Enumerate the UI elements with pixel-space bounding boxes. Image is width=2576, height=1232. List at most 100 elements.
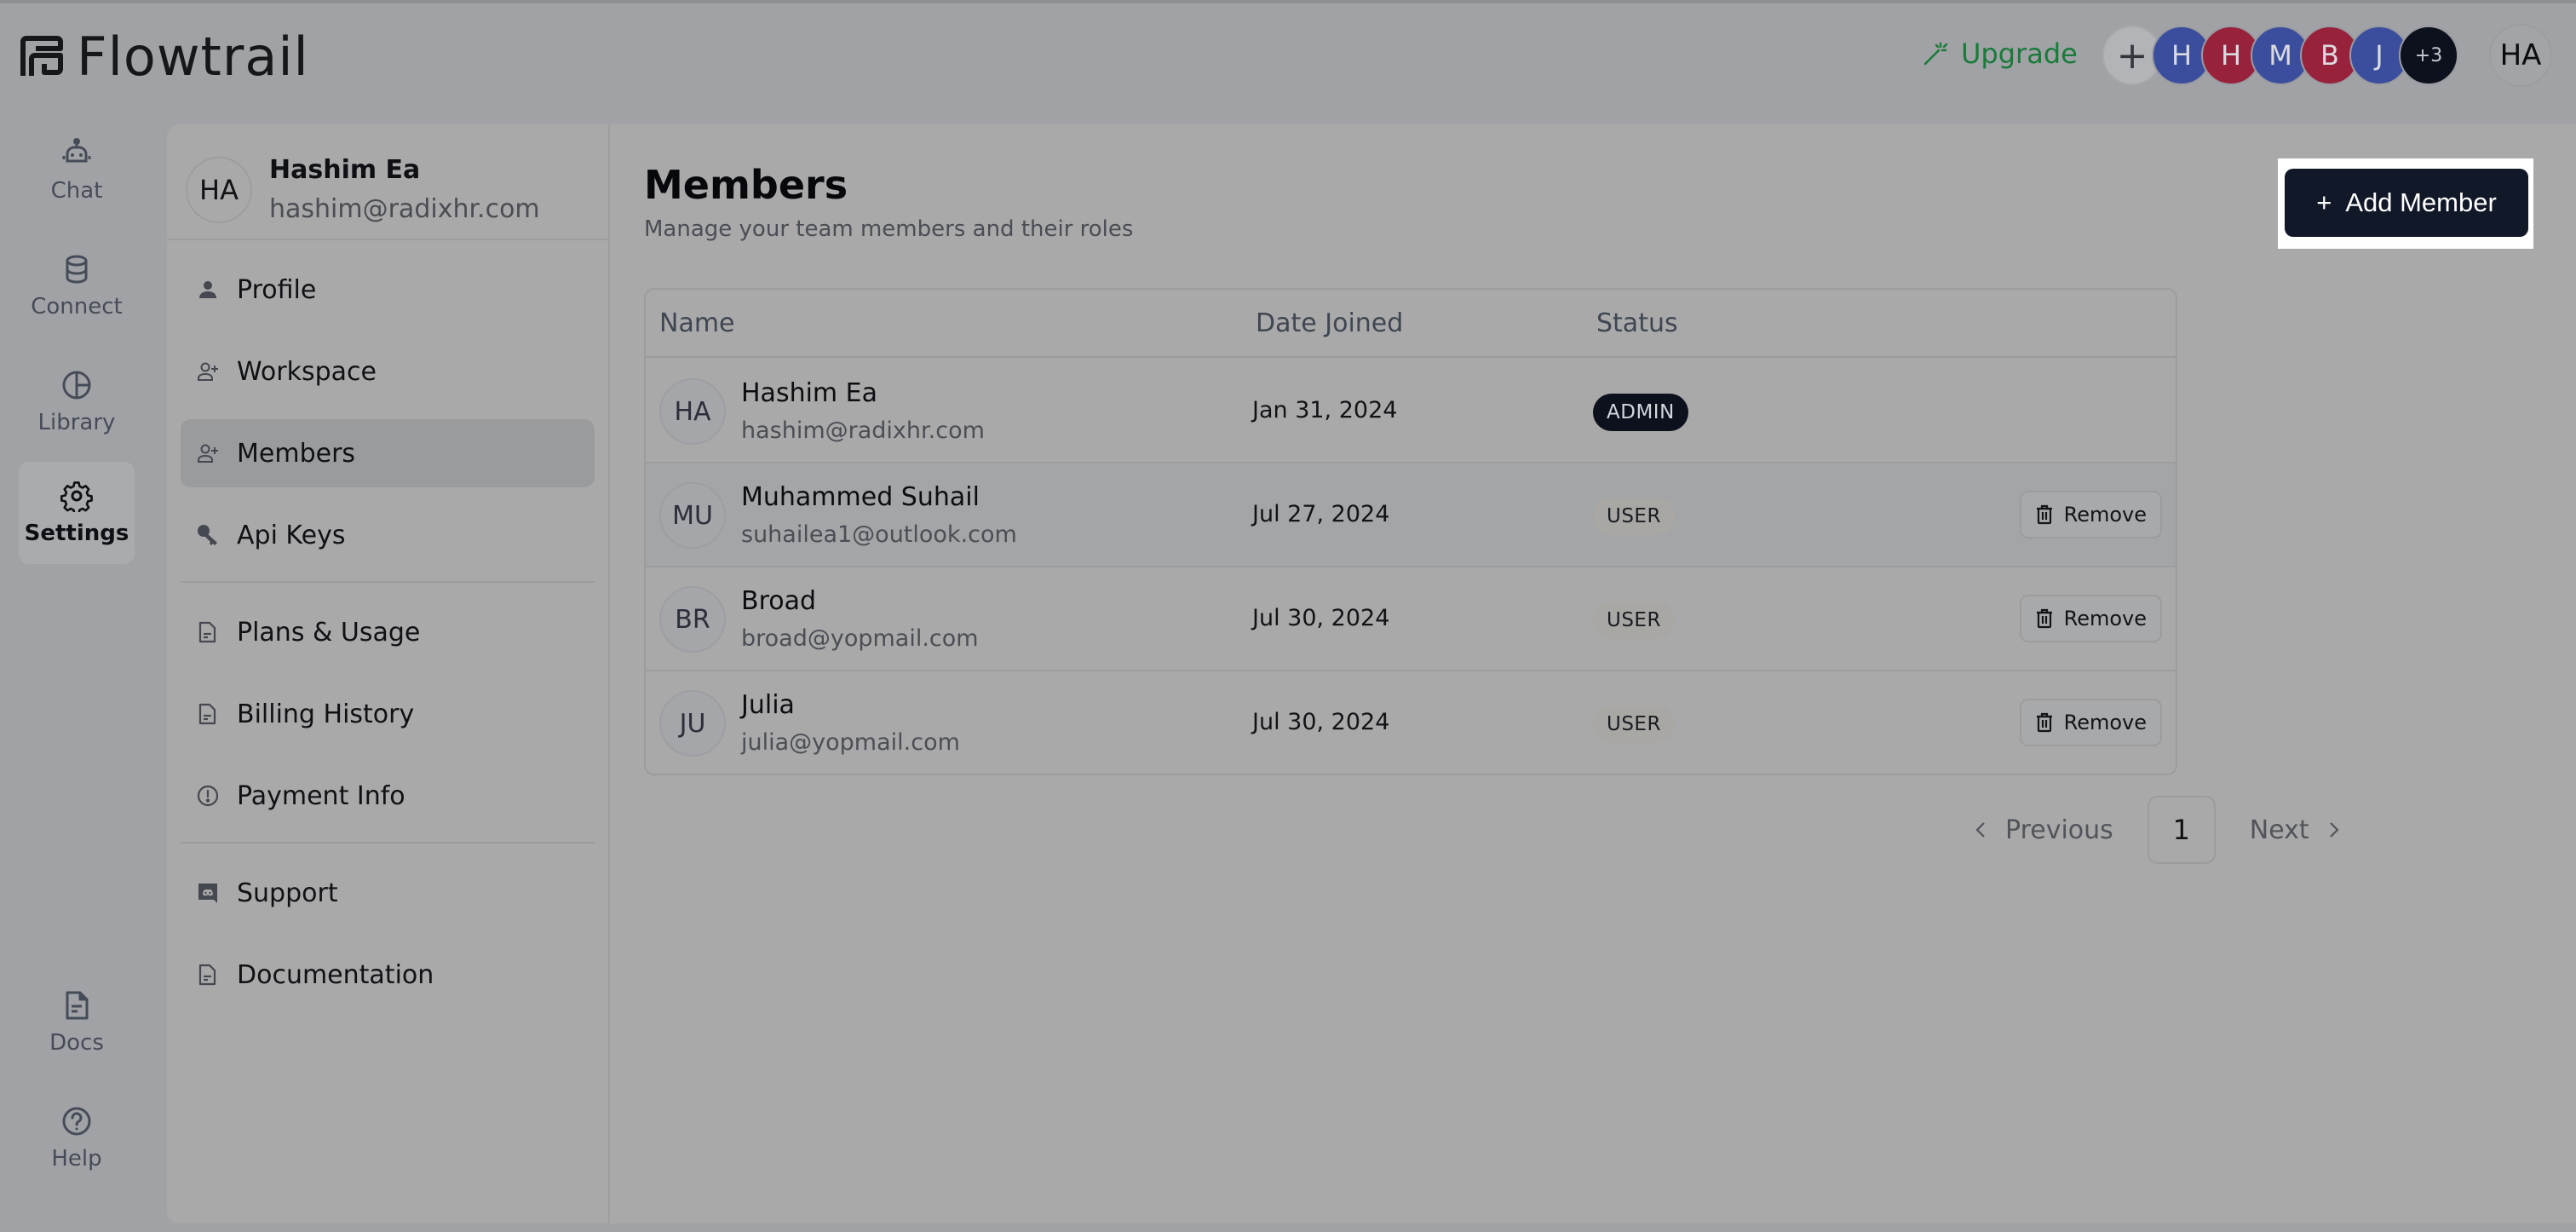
remove-member-button[interactable]: Remove — [2019, 699, 2162, 746]
next-page-button[interactable]: Next — [2250, 815, 2342, 845]
page-subtitle: Manage your team members and their roles — [644, 216, 1134, 242]
member-name: Muhammed Suhail — [741, 482, 980, 512]
column-header-date-joined: Date Joined — [1256, 308, 1404, 338]
database-icon — [66, 255, 88, 284]
rail-item-chat[interactable]: Chat — [19, 119, 135, 222]
nav-label: Documentation — [237, 959, 434, 990]
trash-icon — [2036, 608, 2052, 629]
status-badge: USER — [1593, 705, 1675, 743]
member-email: suhailea1@outlook.com — [741, 521, 1017, 548]
settings-nav-support[interactable]: Support — [181, 859, 595, 927]
table-row: HA Hashim Ea hashim@radixhr.com Jan 31, … — [646, 360, 2176, 463]
column-header-status: Status — [1596, 308, 1678, 338]
rail-item-docs[interactable]: Docs — [19, 971, 135, 1074]
member-email: broad@yopmail.com — [741, 625, 979, 652]
magic-wand-icon — [1923, 42, 1948, 66]
status-badge: ADMIN — [1593, 394, 1688, 431]
key-icon — [198, 525, 217, 545]
rail-item-settings[interactable]: Settings — [19, 462, 135, 564]
page-title: Members — [644, 162, 848, 208]
app-logo[interactable]: Flowtrail — [19, 26, 309, 88]
trash-icon — [2036, 504, 2052, 525]
remove-member-button[interactable]: Remove — [2019, 491, 2162, 538]
chevron-left-icon — [1975, 822, 1985, 838]
settings-nav-api-keys[interactable]: Api Keys — [181, 501, 595, 569]
document-icon — [198, 703, 216, 725]
flowtrail-logo-icon — [20, 35, 63, 76]
settings-nav-documentation[interactable]: Documentation — [181, 941, 595, 1009]
document-icon — [198, 964, 216, 986]
more-collaborators-badge[interactable]: +3 — [2399, 26, 2458, 85]
trash-icon — [2036, 712, 2052, 733]
discord-icon — [198, 884, 217, 903]
member-avatar: HA — [659, 378, 726, 445]
person-icon — [199, 281, 216, 298]
remove-label: Remove — [2063, 503, 2147, 527]
settings-nav-billing-history[interactable]: Billing History — [181, 680, 595, 748]
nav-label: Plans & Usage — [237, 617, 421, 648]
settings-nav-plans-usage[interactable]: Plans & Usage — [181, 598, 595, 666]
robot-icon — [62, 138, 91, 163]
help-circle-icon — [62, 1107, 91, 1136]
nav-label: Profile — [237, 274, 317, 305]
rail-label: Library — [37, 410, 116, 435]
nav-label: Members — [237, 438, 356, 469]
page-number-button[interactable]: 1 — [2147, 796, 2216, 864]
nav-label: Payment Info — [237, 780, 405, 811]
member-name: Julia — [741, 690, 795, 720]
remove-label: Remove — [2063, 711, 2147, 734]
status-badge: USER — [1593, 498, 1675, 535]
pagination: Previous 1 Next — [1973, 796, 2342, 864]
rail-item-library[interactable]: Library — [19, 351, 135, 453]
rail-item-help[interactable]: Help — [19, 1087, 135, 1189]
nav-divider — [181, 842, 595, 843]
settings-nav-profile[interactable]: Profile — [181, 256, 595, 324]
add-member-button[interactable]: + Add Member — [2285, 169, 2528, 237]
add-member-label: Add Member — [2345, 187, 2497, 217]
table-row: JU Julia julia@yopmail.com Jul 30, 2024 … — [646, 671, 2176, 774]
rail-label: Chat — [50, 178, 103, 204]
user-plus-icon — [198, 444, 218, 463]
member-date-joined: Jul 30, 2024 — [1252, 605, 1390, 631]
profile-email: hashim@radixhr.com — [269, 194, 540, 224]
rail-label: Settings — [24, 521, 129, 546]
previous-page-button[interactable]: Previous — [1973, 815, 2113, 845]
member-date-joined: Jul 27, 2024 — [1252, 501, 1390, 527]
settings-nav-payment-info[interactable]: Payment Info — [181, 762, 595, 830]
profile-avatar: HA — [186, 157, 252, 223]
table-header: Name Date Joined Status — [646, 290, 2176, 358]
user-avatar-menu[interactable]: HA — [2489, 24, 2552, 87]
document-icon — [198, 621, 216, 643]
member-avatar: BR — [659, 586, 726, 653]
user-plus-icon — [198, 362, 218, 381]
rail-label: Docs — [49, 1030, 104, 1056]
table-row: MU Muhammed Suhail suhailea1@outlook.com… — [646, 463, 2176, 567]
column-header-name: Name — [659, 308, 735, 338]
gear-icon — [60, 481, 93, 512]
app-name: Flowtrail — [77, 26, 309, 88]
member-avatar: MU — [659, 482, 726, 549]
remove-label: Remove — [2063, 607, 2147, 630]
status-badge: USER — [1593, 602, 1675, 639]
rail-label: Connect — [31, 294, 123, 320]
remove-member-button[interactable]: Remove — [2019, 595, 2162, 642]
nav-label: Workspace — [237, 356, 377, 387]
rail-label: Help — [51, 1146, 102, 1172]
member-email: julia@yopmail.com — [741, 729, 960, 756]
profile-card: HA Hashim Ea hashim@radixhr.com — [167, 124, 608, 240]
profile-name: Hashim Ea — [269, 155, 421, 185]
members-main: Members Manage your team members and the… — [610, 124, 2576, 1223]
settings-nav-members[interactable]: Members — [181, 419, 595, 487]
members-table: Name Date Joined Status HA Hashim Ea has… — [644, 288, 2177, 775]
chevron-right-icon — [2329, 822, 2339, 838]
previous-label: Previous — [2005, 815, 2113, 845]
member-name: Broad — [741, 586, 817, 616]
top-header: Flowtrail Upgrade + H H M B J +3 HA — [0, 0, 2576, 119]
settings-panel: HA Hashim Ea hashim@radixhr.com Profile … — [167, 124, 2576, 1223]
document-icon — [66, 991, 89, 1020]
pie-chart-icon — [62, 371, 91, 400]
collaborator-avatars: + H H M B J +3 — [2102, 26, 2458, 85]
rail-item-connect[interactable]: Connect — [19, 235, 135, 337]
settings-nav-workspace[interactable]: Workspace — [181, 337, 595, 406]
upgrade-button[interactable]: Upgrade — [1922, 37, 2078, 70]
